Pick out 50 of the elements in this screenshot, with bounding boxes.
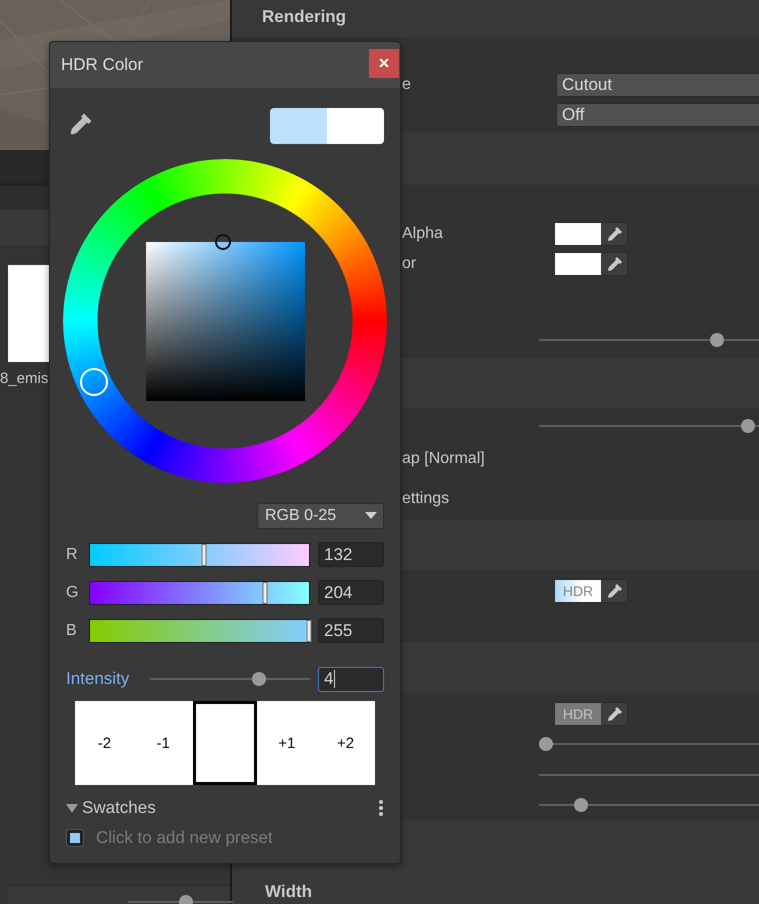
property-label: e — [402, 76, 412, 94]
slider[interactable] — [539, 737, 759, 752]
preset-hint: Click to add new preset — [96, 828, 273, 848]
eyedropper-icon[interactable] — [605, 706, 623, 723]
value-field[interactable]: 255 — [318, 618, 384, 643]
slider-thumb[interactable] — [710, 333, 724, 347]
dropdown[interactable]: Off — [556, 103, 759, 127]
intensity-field[interactable]: 4 — [318, 666, 384, 692]
hue-handle[interactable] — [80, 368, 108, 396]
property-label: or — [402, 255, 418, 273]
disclosure-triangle-icon[interactable] — [66, 802, 78, 814]
add-preset-icon[interactable] — [66, 829, 84, 847]
slider-thumb[interactable] — [252, 672, 266, 686]
channel-label: G — [66, 584, 80, 602]
color-field[interactable] — [554, 252, 628, 276]
mode-dropdown[interactable]: RGB 0-25 — [257, 503, 384, 529]
slider-thumb[interactable] — [306, 620, 312, 642]
slider[interactable] — [539, 333, 759, 347]
eyedropper-icon[interactable] — [605, 582, 623, 600]
slider[interactable] — [150, 672, 310, 686]
eyedropper-icon[interactable] — [605, 226, 623, 242]
channel-label: B — [66, 622, 78, 640]
close-button[interactable]: × — [369, 48, 399, 78]
value-field[interactable]: 204 — [318, 580, 384, 605]
eyedropper-icon[interactable] — [605, 256, 623, 272]
slider[interactable] — [539, 798, 759, 812]
color-handle[interactable] — [214, 234, 231, 250]
intensity-label: Intensity — [66, 669, 130, 689]
slider-thumb[interactable] — [201, 544, 206, 566]
slider-thumb[interactable] — [262, 582, 268, 604]
more-icon[interactable] — [378, 799, 384, 817]
channel-label: R — [66, 546, 79, 564]
dropdown[interactable]: Cutout — [556, 73, 759, 97]
swatches-title: Swatches — [82, 798, 156, 818]
slider[interactable] — [539, 419, 759, 433]
slider-thumb[interactable] — [538, 737, 553, 752]
property-label: ap [Normal] — [402, 450, 486, 468]
property-label: ettings — [402, 490, 450, 508]
caret-icon — [365, 512, 377, 520]
color-field[interactable] — [554, 222, 628, 246]
channel-slider[interactable] — [89, 542, 310, 566]
section-title: Rendering — [261, 6, 348, 28]
property-label: Alpha — [402, 225, 444, 243]
window-title: HDR Color — [61, 55, 144, 75]
channel-slider[interactable] — [89, 580, 310, 604]
channel-slider[interactable] — [89, 618, 310, 642]
slider-thumb[interactable] — [741, 419, 755, 433]
slider-thumb[interactable] — [574, 798, 588, 812]
exposure-swatch[interactable] — [192, 701, 258, 785]
value-field[interactable]: 132 — [318, 542, 384, 567]
